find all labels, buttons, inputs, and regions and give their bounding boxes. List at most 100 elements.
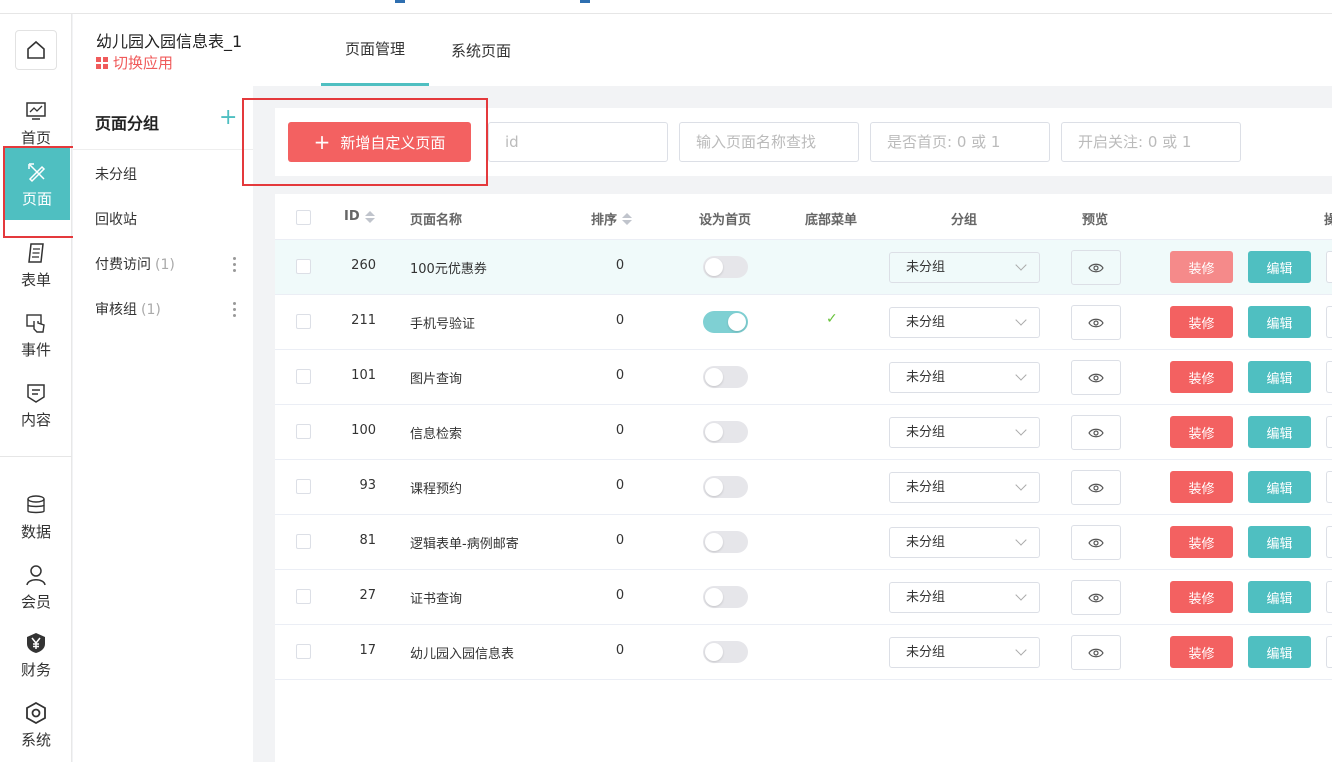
name-search-input[interactable] (679, 122, 859, 162)
more-actions-button[interactable] (1326, 251, 1332, 283)
th-id[interactable]: ID (344, 209, 375, 224)
group-select[interactable]: 未分组 (889, 637, 1040, 668)
decorate-button[interactable]: 装修 (1170, 581, 1233, 613)
nav-item-pages[interactable]: 页面 (4, 148, 70, 220)
nav-divider (0, 456, 72, 457)
group-select-value: 未分组 (906, 315, 946, 330)
eye-icon (1088, 373, 1104, 382)
set-home-toggle[interactable] (703, 531, 748, 553)
home-button[interactable] (15, 30, 57, 70)
preview-button[interactable] (1071, 635, 1121, 670)
more-actions-button[interactable] (1326, 636, 1332, 668)
nav-item-members[interactable]: 会员 (0, 554, 72, 620)
edit-button[interactable]: 编辑 (1248, 251, 1311, 283)
edit-button[interactable]: 编辑 (1248, 581, 1311, 613)
bottom-menu-check: ✓ (826, 311, 838, 327)
cell-name: 幼儿园入园信息表 (410, 647, 515, 662)
select-all-checkbox[interactable] (296, 210, 311, 225)
edit-button[interactable]: 编辑 (1248, 361, 1311, 393)
nav-item-forms[interactable]: 表单 (0, 232, 72, 298)
nav-item-content[interactable]: 内容 (0, 372, 72, 438)
switch-app-link[interactable]: 切换应用 (96, 52, 173, 73)
decorate-button[interactable]: 装修 (1170, 636, 1233, 668)
nav-item-events[interactable]: 事件 (0, 302, 72, 368)
preview-button[interactable] (1071, 360, 1121, 395)
chevron-down-icon (1015, 534, 1027, 546)
nav-item-data[interactable]: 数据 (0, 484, 72, 550)
th-sort[interactable]: 排序 (591, 209, 633, 228)
group-select[interactable]: 未分组 (889, 417, 1040, 448)
th-bottom-menu: 底部菜单 (805, 213, 858, 228)
group-select[interactable]: 未分组 (889, 307, 1040, 338)
more-vertical-icon[interactable] (233, 257, 237, 272)
preview-button[interactable] (1071, 415, 1121, 450)
set-home-toggle[interactable] (703, 641, 748, 663)
more-actions-button[interactable] (1326, 306, 1332, 338)
group-item-paid-access[interactable]: 付费访问 (1) (95, 254, 175, 274)
group-item-recycle-bin[interactable]: 回收站 (95, 209, 137, 229)
chevron-down-icon (1015, 369, 1027, 381)
add-group-icon[interactable]: + (219, 106, 237, 130)
nav-item-finance[interactable]: 财务 (0, 622, 72, 688)
set-home-toggle[interactable] (703, 476, 748, 498)
decorate-button[interactable]: 装修 (1170, 471, 1233, 503)
edit-button[interactable]: 编辑 (1248, 526, 1311, 558)
group-select[interactable]: 未分组 (889, 362, 1040, 393)
group-select[interactable]: 未分组 (889, 582, 1040, 613)
more-actions-button[interactable] (1326, 526, 1332, 558)
cell-id: 211 (351, 313, 376, 328)
cell-id: 93 (359, 478, 376, 493)
follow-filter-input[interactable] (1061, 122, 1241, 162)
id-search-input[interactable] (488, 122, 668, 162)
table-row: 211 手机号验证 0 ✓ 未分组 装修 编辑 (275, 295, 1332, 350)
tab-page-management[interactable]: 页面管理 (321, 14, 429, 86)
preview-button[interactable] (1071, 580, 1121, 615)
preview-button[interactable] (1071, 470, 1121, 505)
more-actions-button[interactable] (1326, 416, 1332, 448)
edit-button[interactable]: 编辑 (1248, 306, 1311, 338)
preview-button[interactable] (1071, 525, 1121, 560)
table-row: 101 图片查询 0 未分组 装修 编辑 (275, 350, 1332, 405)
set-home-toggle[interactable] (703, 311, 748, 333)
more-vertical-icon[interactable] (233, 302, 237, 317)
decorate-button[interactable]: 装修 (1170, 416, 1233, 448)
more-actions-button[interactable] (1326, 581, 1332, 613)
group-select[interactable]: 未分组 (889, 472, 1040, 503)
cell-id: 260 (351, 258, 376, 273)
more-actions-button[interactable] (1326, 361, 1332, 393)
more-actions-button[interactable] (1326, 471, 1332, 503)
edit-button[interactable]: 编辑 (1248, 471, 1311, 503)
nav-item-system[interactable]: 系统 (0, 692, 72, 758)
nav-label: 系统 (20, 730, 51, 749)
set-home-toggle[interactable] (703, 256, 748, 278)
edit-button[interactable]: 编辑 (1248, 416, 1311, 448)
add-custom-page-button[interactable]: + 新增自定义页面 (288, 122, 471, 162)
group-item-review[interactable]: 审核组 (1) (95, 299, 161, 319)
set-home-toggle[interactable] (703, 421, 748, 443)
user-icon (24, 563, 48, 587)
group-item-ungrouped[interactable]: 未分组 (95, 164, 137, 184)
decorate-button[interactable]: 装修 (1170, 526, 1233, 558)
home-filter-input[interactable] (870, 122, 1050, 162)
group-select[interactable]: 未分组 (889, 252, 1040, 283)
tab-system-pages[interactable]: 系统页面 (451, 14, 511, 86)
edit-button[interactable]: 编辑 (1248, 636, 1311, 668)
decorate-button[interactable]: 装修 (1170, 251, 1233, 283)
toggle-knob (705, 643, 723, 661)
eye-icon (1088, 428, 1104, 437)
set-home-toggle[interactable] (703, 366, 748, 388)
cell-name: 课程预约 (410, 482, 463, 497)
content-shield-icon (24, 381, 48, 405)
nav-label: 内容 (20, 410, 51, 429)
group-item-label: 审核组 (95, 302, 137, 318)
nav-item-home[interactable]: 首页 (0, 90, 72, 156)
decorate-button[interactable]: 装修 (1170, 361, 1233, 393)
group-select[interactable]: 未分组 (889, 527, 1040, 558)
set-home-toggle[interactable] (703, 586, 748, 608)
decorate-button[interactable]: 装修 (1170, 306, 1233, 338)
preview-button[interactable] (1071, 305, 1121, 340)
preview-button[interactable] (1071, 250, 1121, 285)
cell-name: 信息检索 (410, 427, 463, 442)
nav-label: 会员 (20, 592, 51, 611)
group-panel-title: 页面分组 (95, 114, 160, 133)
